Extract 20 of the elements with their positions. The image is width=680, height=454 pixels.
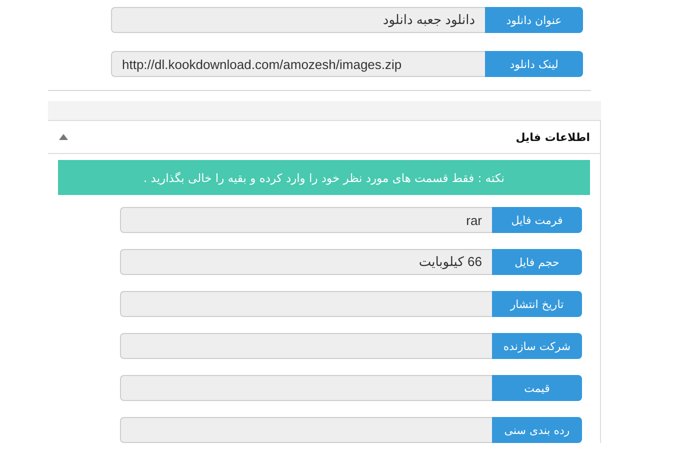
field-label: عنوان دانلود [485, 7, 583, 33]
input-field[interactable] [120, 417, 492, 443]
field-label: حجم فایل [492, 249, 582, 275]
panel-title: اطلاعات فایل [516, 130, 590, 144]
input-field[interactable]: دانلود جعبه دانلود [111, 7, 485, 33]
input-field[interactable] [120, 291, 492, 317]
note-banner: نکته : فقط قسمت های مورد نظر خود را وارد کرده و بقیه را خالی بگذارید . [58, 160, 590, 195]
caret-icon[interactable] [59, 134, 68, 140]
field-label: شرکت سازنده [492, 333, 582, 359]
field-label: فرمت فایل [492, 207, 582, 233]
input-field[interactable]: 66 کیلوبایت [120, 249, 492, 275]
input-field[interactable]: rar [120, 207, 492, 233]
input-field[interactable]: http://dl.kookdownload.com/amozesh/images.zip [111, 51, 485, 77]
field-label: لینک دانلود [485, 51, 583, 77]
panel-header[interactable]: اطلاعات فایل [48, 121, 600, 154]
field-label: تاریخ انتشار [492, 291, 582, 317]
field-label: رده بندی سنی [492, 417, 582, 443]
field-label: قیمت [492, 375, 582, 401]
input-field[interactable] [120, 375, 492, 401]
input-field[interactable] [120, 333, 492, 359]
